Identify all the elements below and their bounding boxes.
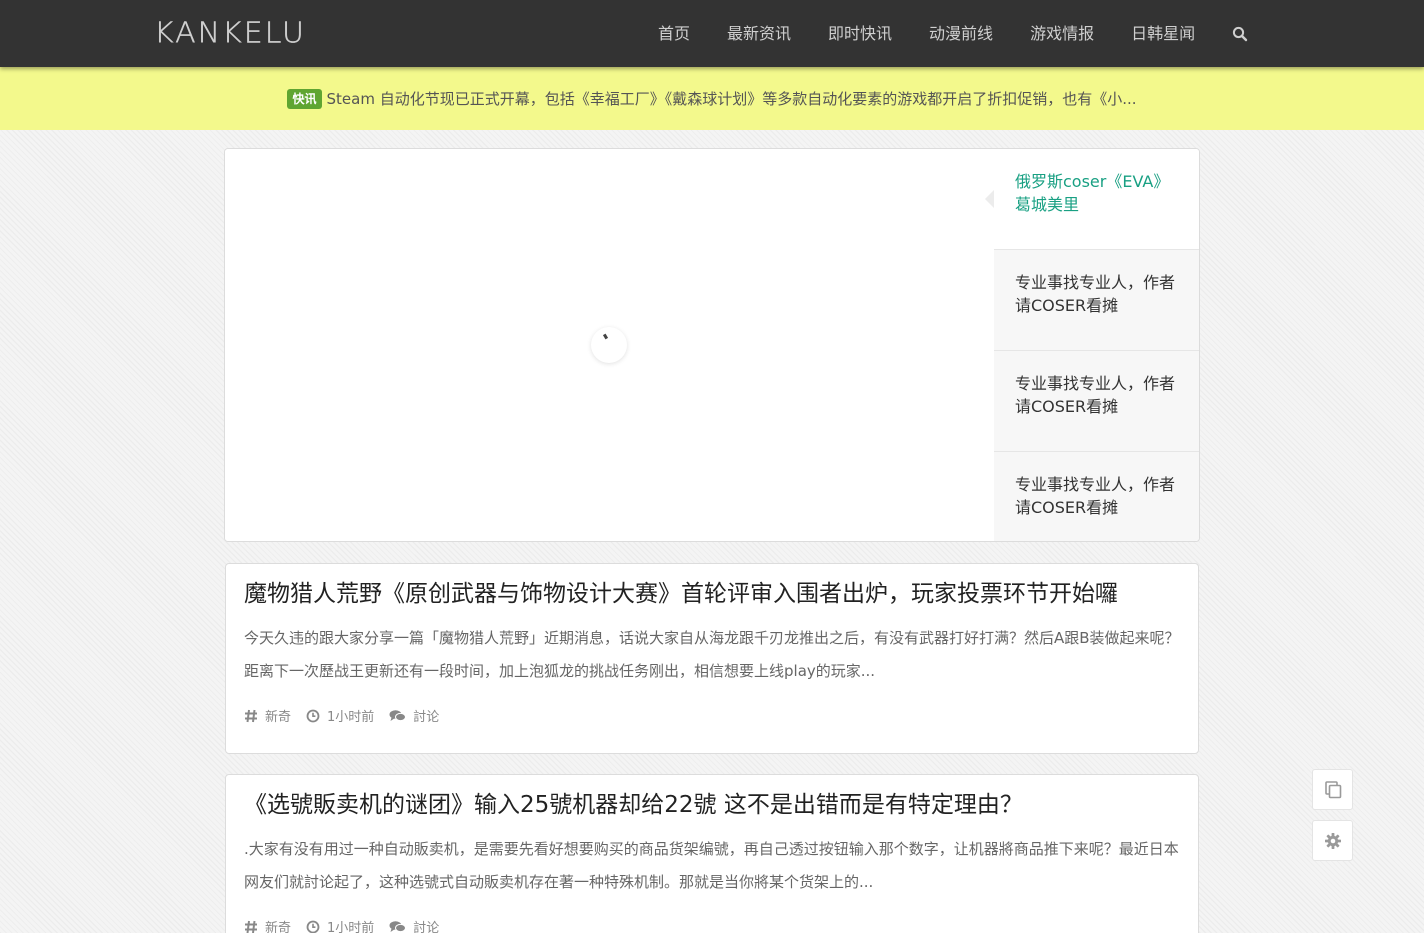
loading-spinner-icon — [591, 327, 627, 363]
article-title[interactable]: 《选號販卖机的谜团》输入25號机器却给22號 这不是出错而是有特定理由？ — [244, 789, 1180, 821]
copy-button[interactable] — [1312, 769, 1353, 810]
slider-item[interactable]: 专业事找专业人，作者请COSER看摊 — [994, 452, 1199, 541]
comments-icon — [389, 920, 407, 932]
ticker-text[interactable]: Steam 自动化节现已正式开幕，包括《幸福工厂》《戴森球计划》等多款自动化要素… — [327, 88, 1137, 109]
article-category[interactable]: 新奇 — [244, 917, 291, 933]
featured-slider: 俄罗斯coser《EVA》葛城美里 专业事找专业人，作者请COSER看摊 专业事… — [224, 148, 1200, 542]
comments-icon — [389, 709, 407, 721]
article-time-label: 1小时前 — [327, 710, 375, 725]
article-time: 1小时前 — [306, 917, 374, 933]
article-card: 魔物猎人荒野《原创武器与饰物设计大赛》首轮评审入围者出炉，玩家投票环节开始囉 今… — [225, 563, 1199, 754]
nav-item-jk-stars[interactable]: 日韩星闻 — [1131, 0, 1195, 67]
clock-icon — [306, 709, 320, 722]
article-comments[interactable]: 討论 — [389, 917, 439, 933]
gear-icon — [1324, 832, 1341, 849]
site-logo[interactable]: KANKELU — [154, 15, 306, 51]
article-meta: 新奇 1小时前 討论 — [244, 917, 1180, 933]
article-category[interactable]: 新奇 — [244, 706, 291, 725]
article-category-label: 新奇 — [265, 710, 292, 725]
article-comments-label: 討论 — [413, 921, 440, 933]
nav-item-latest-news[interactable]: 最新资讯 — [727, 0, 791, 67]
news-ticker: 快讯 Steam 自动化节现已正式开幕，包括《幸福工厂》《戴森球计划》等多款自动… — [0, 67, 1424, 130]
article-card: 《选號販卖机的谜团》输入25號机器却给22號 这不是出错而是有特定理由？ .大家… — [225, 774, 1199, 933]
article-category-label: 新奇 — [265, 921, 292, 933]
article-time: 1小时前 — [306, 706, 374, 725]
top-navbar: KANKELU 首页 最新资讯 即时快讯 动漫前线 游戏情报 日韩星闻 — [0, 0, 1424, 67]
flash-news-badge: 快讯 — [287, 88, 322, 109]
slider-item[interactable]: 专业事找专业人，作者请COSER看摊 — [994, 250, 1199, 351]
nav-item-anime[interactable]: 动漫前线 — [929, 0, 993, 67]
article-comments[interactable]: 討论 — [389, 706, 439, 725]
article-title[interactable]: 魔物猎人荒野《原创武器与饰物设计大赛》首轮评审入围者出炉，玩家投票环节开始囉 — [244, 578, 1180, 610]
nav-item-flash-news[interactable]: 即时快讯 — [828, 0, 892, 67]
slider-item[interactable]: 俄罗斯coser《EVA》葛城美里 — [994, 149, 1199, 250]
clock-icon — [306, 920, 320, 933]
article-excerpt: .大家有没有用过一种自动販卖机，是需要先看好想要购买的商品货架编號，再自己透过按… — [244, 840, 1179, 891]
article-excerpt: 今天久违的跟大家分享一篇「魔物猎人荒野」近期消息，话说大家自从海龙跟千刃龙推出之… — [244, 629, 1180, 680]
slider-item[interactable]: 专业事找专业人，作者请COSER看摊 — [994, 351, 1199, 452]
article-meta: 新奇 1小时前 討论 — [244, 706, 1180, 725]
copy-icon — [1324, 780, 1341, 798]
search-icon[interactable] — [1232, 26, 1248, 42]
main-nav: 首页 最新资讯 即时快讯 动漫前线 游戏情报 日韩星闻 — [658, 0, 1248, 67]
slider-image-area[interactable] — [225, 149, 994, 541]
article-comments-label: 討论 — [413, 710, 440, 725]
slider-list: 俄罗斯coser《EVA》葛城美里 专业事找专业人，作者请COSER看摊 专业事… — [994, 149, 1199, 541]
article-time-label: 1小时前 — [327, 921, 375, 933]
hashtag-icon — [245, 709, 257, 722]
settings-button[interactable] — [1312, 820, 1353, 861]
hashtag-icon — [245, 920, 257, 933]
nav-item-games[interactable]: 游戏情报 — [1030, 0, 1094, 67]
nav-item-home[interactable]: 首页 — [658, 0, 690, 67]
